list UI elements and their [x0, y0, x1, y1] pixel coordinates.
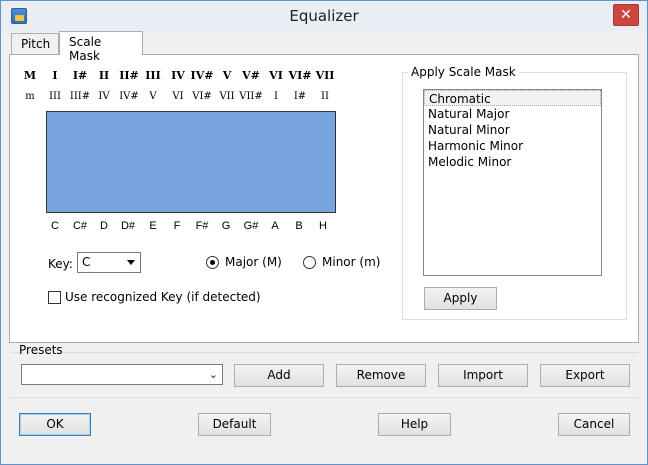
note-label: D	[100, 220, 108, 232]
minor-degree-label: III	[49, 91, 61, 102]
key-label: Key:	[48, 257, 73, 271]
minor-radio-label: Minor (m)	[322, 255, 381, 269]
radio-unselected-icon	[303, 256, 316, 269]
major-degree-label: II	[98, 69, 110, 82]
note-label: C	[51, 220, 59, 232]
minor-degree-label: V	[149, 91, 157, 102]
note-label: F#	[195, 220, 209, 232]
apply-scale-mask-title: Apply Scale Mask	[408, 65, 519, 79]
presets-label: Presets	[19, 343, 63, 357]
equalizer-window: Equalizer ✕ Pitch Scale Mask M I I# II I…	[0, 0, 648, 465]
minor-degree-label: I	[274, 91, 278, 102]
default-button[interactable]: Default	[198, 413, 271, 436]
major-degree-label: III	[145, 69, 161, 82]
list-item[interactable]: Natural Major	[424, 106, 601, 122]
note-label: G#	[243, 220, 259, 232]
minor-degree-label: I#	[293, 91, 307, 102]
dropdown-arrow-icon	[127, 260, 135, 265]
note-label: A	[271, 220, 279, 232]
presets-combobox[interactable]: ⌄	[21, 364, 223, 385]
note-label: E	[149, 220, 157, 232]
ok-button[interactable]: OK	[19, 413, 91, 436]
export-preset-button[interactable]: Export	[540, 364, 630, 387]
add-preset-button[interactable]: Add	[234, 364, 324, 387]
list-item[interactable]: Natural Minor	[424, 122, 601, 138]
window-title: Equalizer	[289, 7, 359, 25]
apply-button[interactable]: Apply	[424, 287, 497, 310]
import-preset-button[interactable]: Import	[438, 364, 528, 387]
note-label: F	[173, 220, 181, 232]
use-recognized-key-label: Use recognized Key (if detected)	[65, 290, 261, 304]
major-degree-label: VII	[315, 69, 335, 82]
major-radio-label: Major (M)	[225, 255, 282, 269]
cancel-button[interactable]: Cancel	[558, 413, 630, 436]
scale-mask-list[interactable]: Chromatic Natural Major Natural Minor Ha…	[423, 89, 602, 276]
close-button[interactable]: ✕	[613, 4, 639, 26]
title-bar[interactable]: Equalizer ✕	[1, 1, 647, 31]
chevron-down-icon: ⌄	[208, 368, 218, 381]
key-dropdown[interactable]: C	[77, 252, 141, 273]
major-degree-label: VI	[269, 69, 283, 82]
minor-degree-label: VII#	[239, 91, 263, 102]
apply-scale-mask-group: Apply Scale Mask Chromatic Natural Major…	[402, 65, 627, 320]
scale-mask-panel: M I I# II II# III IV IV# V V# VI VI# VII…	[9, 54, 639, 343]
note-label: C#	[72, 220, 88, 232]
checkbox-unchecked-icon	[48, 291, 61, 304]
help-button[interactable]: Help	[378, 413, 451, 436]
tab-scale-mask[interactable]: Scale Mask	[59, 31, 143, 63]
minor-degree-label: VI	[172, 91, 184, 102]
major-degree-label: II#	[119, 69, 139, 82]
major-degree-label: VI#	[288, 69, 312, 82]
list-item[interactable]: Melodic Minor	[424, 154, 601, 170]
presets-divider	[11, 352, 639, 353]
minor-degree-label: III#	[69, 91, 91, 102]
scale-mask-canvas[interactable]	[46, 111, 336, 213]
radio-selected-icon	[206, 256, 219, 269]
minor-degree-label: IV	[98, 91, 110, 102]
note-label: H	[319, 220, 327, 232]
major-degree-label: IV	[171, 69, 185, 82]
note-label: G	[221, 220, 231, 232]
footer-separator	[9, 397, 639, 398]
minor-degree-label: VII	[219, 91, 235, 102]
minor-degree-label: II	[321, 91, 329, 102]
minor-degree-label: m	[25, 91, 35, 102]
major-degree-label: IV#	[190, 69, 214, 82]
key-value: C	[82, 255, 91, 269]
major-degree-label: I#	[72, 69, 88, 82]
minor-degree-label: VI#	[192, 91, 212, 102]
note-label: D#	[120, 220, 136, 232]
major-degree-label: V#	[242, 69, 260, 82]
list-item[interactable]: Chromatic	[424, 90, 601, 106]
major-degree-label: V	[222, 69, 232, 82]
tab-pitch[interactable]: Pitch	[11, 33, 59, 55]
minor-degree-label: IV#	[119, 91, 139, 102]
note-label: B	[295, 220, 303, 232]
major-degree-label: M	[23, 69, 37, 82]
remove-preset-button[interactable]: Remove	[336, 364, 426, 387]
list-item[interactable]: Harmonic Minor	[424, 138, 601, 154]
major-degree-label: I	[52, 69, 58, 82]
